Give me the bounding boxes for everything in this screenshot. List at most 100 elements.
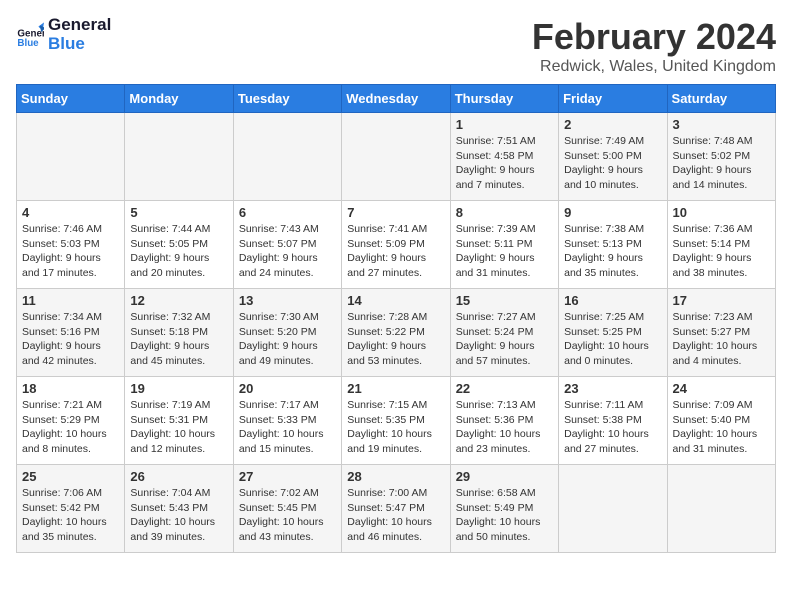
day-number: 1 [456, 117, 553, 132]
calendar-cell: 24Sunrise: 7:09 AM Sunset: 5:40 PM Dayli… [667, 377, 775, 465]
day-number: 12 [130, 293, 227, 308]
weekday-header-saturday: Saturday [667, 85, 775, 113]
cell-content: Sunrise: 7:28 AM Sunset: 5:22 PM Dayligh… [347, 310, 444, 369]
title-area: February 2024 Redwick, Wales, United Kin… [532, 16, 776, 76]
day-number: 26 [130, 469, 227, 484]
calendar-cell: 16 Sunrise: 7:25 AM Sunset: 5:25 PM Dayli… [559, 289, 667, 377]
cell-content: Sunrise: 7:36 AM Sunset: 5:14 PM Dayligh… [673, 222, 770, 281]
day-number: 13 [239, 293, 336, 308]
calendar-cell: 14 Sunrise: 7:28 AM Sunset: 5:22 PM Dayli… [342, 289, 450, 377]
cell-content: Sunrise: 7:19 AM Sunset: 5:31 PM Dayligh… [130, 398, 227, 457]
calendar-cell: 8Sunrise: 7:39 AM Sunset: 5:11 PM Daylig… [450, 201, 558, 289]
weekday-header-thursday: Thursday [450, 85, 558, 113]
calendar-cell [559, 465, 667, 553]
day-number: 2 [564, 117, 661, 132]
calendar-cell: 26 Sunrise: 7:04 AM Sunset: 5:43 PM Dayli… [125, 465, 233, 553]
calendar-cell: 28 Sunrise: 7:00 AM Sunset: 5:47 PM Dayli… [342, 465, 450, 553]
weekday-header-friday: Friday [559, 85, 667, 113]
cell-content: Sunrise: 7:32 AM Sunset: 5:18 PM Dayligh… [130, 310, 227, 369]
cell-content: Sunrise: 7:48 AM Sunset: 5:02 PM Dayligh… [673, 134, 770, 193]
calendar-cell: 5 Sunrise: 7:44 AM Sunset: 5:05 PM Daylig… [125, 201, 233, 289]
calendar-cell: 19 Sunrise: 7:19 AM Sunset: 5:31 PM Dayli… [125, 377, 233, 465]
cell-content: Sunrise: 7:34 AM Sunset: 5:16 PM Dayligh… [22, 310, 119, 369]
calendar-cell: 1 Sunrise: 7:51 AM Sunset: 4:58 PM Daylig… [450, 113, 558, 201]
day-number: 28 [347, 469, 444, 484]
week-row-1: 1 Sunrise: 7:51 AM Sunset: 4:58 PM Daylig… [17, 113, 776, 201]
weekday-header-sunday: Sunday [17, 85, 125, 113]
svg-text:Blue: Blue [17, 38, 39, 49]
cell-content: Sunrise: 7:00 AM Sunset: 5:47 PM Dayligh… [347, 486, 444, 545]
cell-content: Sunrise: 6:58 AM Sunset: 5:49 PM Dayligh… [456, 486, 553, 545]
day-number: 8 [456, 205, 553, 220]
day-number: 11 [22, 293, 119, 308]
calendar-cell: 10 Sunrise: 7:36 AM Sunset: 5:14 PM Dayli… [667, 201, 775, 289]
cell-content: Sunrise: 7:49 AM Sunset: 5:00 PM Dayligh… [564, 134, 661, 193]
calendar-cell: 27 Sunrise: 7:02 AM Sunset: 5:45 PM Dayli… [233, 465, 341, 553]
calendar-cell: 22 Sunrise: 7:13 AM Sunset: 5:36 PM Dayli… [450, 377, 558, 465]
day-number: 10 [673, 205, 770, 220]
day-number: 21 [347, 381, 444, 396]
logo: General Blue General Blue [16, 16, 111, 53]
calendar-cell: 13 Sunrise: 7:30 AM Sunset: 5:20 PM Dayli… [233, 289, 341, 377]
day-number: 18 [22, 381, 119, 396]
calendar-cell: 20 Sunrise: 7:17 AM Sunset: 5:33 PM Dayli… [233, 377, 341, 465]
calendar-cell: 4Sunrise: 7:46 AM Sunset: 5:03 PM Daylig… [17, 201, 125, 289]
cell-content: Sunrise: 7:46 AM Sunset: 5:03 PM Dayligh… [22, 222, 119, 281]
calendar-title: February 2024 [532, 16, 776, 58]
day-number: 22 [456, 381, 553, 396]
cell-content: Sunrise: 7:41 AM Sunset: 5:09 PM Dayligh… [347, 222, 444, 281]
page-header: General Blue General Blue February 2024 … [16, 16, 776, 76]
calendar-cell: 17 Sunrise: 7:23 AM Sunset: 5:27 PM Dayli… [667, 289, 775, 377]
cell-content: Sunrise: 7:13 AM Sunset: 5:36 PM Dayligh… [456, 398, 553, 457]
week-row-2: 4Sunrise: 7:46 AM Sunset: 5:03 PM Daylig… [17, 201, 776, 289]
cell-content: Sunrise: 7:23 AM Sunset: 5:27 PM Dayligh… [673, 310, 770, 369]
calendar-cell: 21 Sunrise: 7:15 AM Sunset: 5:35 PM Dayli… [342, 377, 450, 465]
week-row-3: 11 Sunrise: 7:34 AM Sunset: 5:16 PM Dayli… [17, 289, 776, 377]
calendar-cell: 9Sunrise: 7:38 AM Sunset: 5:13 PM Daylig… [559, 201, 667, 289]
calendar-subtitle: Redwick, Wales, United Kingdom [532, 58, 776, 76]
weekday-header-tuesday: Tuesday [233, 85, 341, 113]
cell-content: Sunrise: 7:30 AM Sunset: 5:20 PM Dayligh… [239, 310, 336, 369]
logo-icon: General Blue [16, 21, 44, 49]
cell-content: Sunrise: 7:43 AM Sunset: 5:07 PM Dayligh… [239, 222, 336, 281]
cell-content: Sunrise: 7:51 AM Sunset: 4:58 PM Dayligh… [456, 134, 553, 193]
day-number: 20 [239, 381, 336, 396]
calendar-cell: 15Sunrise: 7:27 AM Sunset: 5:24 PM Dayli… [450, 289, 558, 377]
calendar-cell: 7Sunrise: 7:41 AM Sunset: 5:09 PM Daylig… [342, 201, 450, 289]
cell-content: Sunrise: 7:04 AM Sunset: 5:43 PM Dayligh… [130, 486, 227, 545]
calendar-table: SundayMondayTuesdayWednesdayThursdayFrid… [16, 84, 776, 553]
calendar-cell: 3 Sunrise: 7:48 AM Sunset: 5:02 PM Daylig… [667, 113, 775, 201]
day-number: 19 [130, 381, 227, 396]
day-number: 23 [564, 381, 661, 396]
cell-content: Sunrise: 7:21 AM Sunset: 5:29 PM Dayligh… [22, 398, 119, 457]
calendar-cell: 2 Sunrise: 7:49 AM Sunset: 5:00 PM Daylig… [559, 113, 667, 201]
weekday-header-wednesday: Wednesday [342, 85, 450, 113]
day-number: 27 [239, 469, 336, 484]
calendar-cell: 29 Sunrise: 6:58 AM Sunset: 5:49 PM Dayli… [450, 465, 558, 553]
cell-content: Sunrise: 7:44 AM Sunset: 5:05 PM Dayligh… [130, 222, 227, 281]
weekday-header-monday: Monday [125, 85, 233, 113]
cell-content: Sunrise: 7:15 AM Sunset: 5:35 PM Dayligh… [347, 398, 444, 457]
day-number: 29 [456, 469, 553, 484]
day-number: 6 [239, 205, 336, 220]
calendar-cell [667, 465, 775, 553]
day-number: 3 [673, 117, 770, 132]
day-number: 5 [130, 205, 227, 220]
calendar-cell: 18 Sunrise: 7:21 AM Sunset: 5:29 PM Dayli… [17, 377, 125, 465]
cell-content: Sunrise: 7:02 AM Sunset: 5:45 PM Dayligh… [239, 486, 336, 545]
week-row-4: 18 Sunrise: 7:21 AM Sunset: 5:29 PM Dayli… [17, 377, 776, 465]
cell-content: Sunrise: 7:25 AM Sunset: 5:25 PM Dayligh… [564, 310, 661, 369]
calendar-cell [17, 113, 125, 201]
day-number: 17 [673, 293, 770, 308]
day-number: 24 [673, 381, 770, 396]
cell-content: Sunrise: 7:17 AM Sunset: 5:33 PM Dayligh… [239, 398, 336, 457]
calendar-cell [125, 113, 233, 201]
calendar-cell: 6 Sunrise: 7:43 AM Sunset: 5:07 PM Daylig… [233, 201, 341, 289]
calendar-cell [342, 113, 450, 201]
day-number: 16 [564, 293, 661, 308]
day-number: 14 [347, 293, 444, 308]
cell-content: Sunrise: 7:11 AM Sunset: 5:38 PM Dayligh… [564, 398, 661, 457]
day-number: 15 [456, 293, 553, 308]
logo-general: General [48, 16, 111, 35]
calendar-cell [233, 113, 341, 201]
